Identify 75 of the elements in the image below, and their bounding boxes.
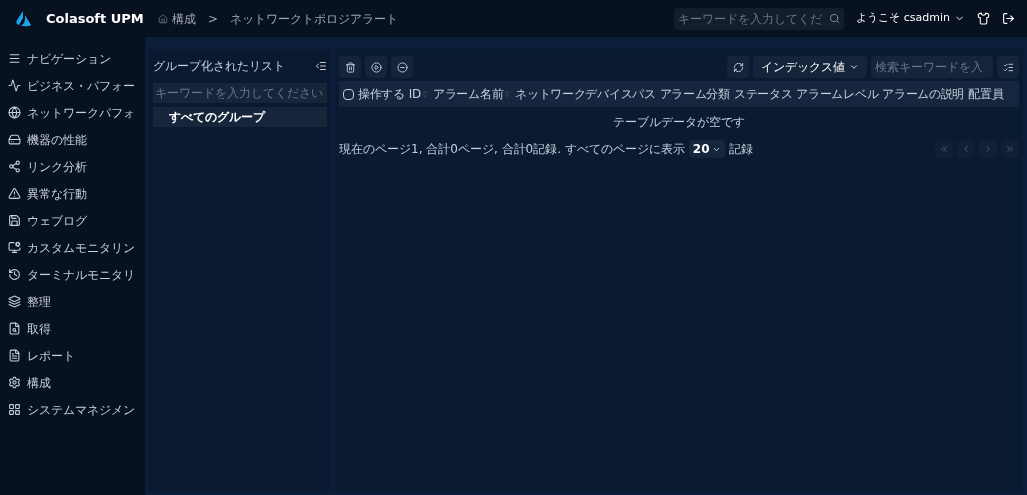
- sidebar-item[interactable]: 異常な行動: [0, 180, 145, 207]
- column-header[interactable]: アラームレベル: [796, 85, 879, 103]
- history-icon: [8, 268, 21, 281]
- column-header[interactable]: アラーム名前: [433, 85, 512, 103]
- column-header[interactable]: ステータス: [733, 85, 793, 103]
- home-icon: [158, 13, 168, 24]
- column-header[interactable]: 配置員: [968, 85, 1004, 103]
- first-page-icon: [939, 144, 949, 154]
- breadcrumb-separator: >: [208, 10, 219, 28]
- column-header[interactable]: アラームの説明: [882, 85, 965, 103]
- breadcrumb-item[interactable]: 構成: [172, 9, 196, 28]
- delete-icon: [344, 61, 356, 73]
- column-header[interactable]: 操作する: [358, 85, 405, 103]
- sidebar-item[interactable]: リンク分析: [0, 153, 145, 180]
- column-header[interactable]: アラーム分類: [659, 85, 730, 103]
- group-search-field[interactable]: キーワードを入力してください: [153, 83, 327, 103]
- column-header[interactable]: ネットワークデバイスパス: [515, 85, 656, 103]
- chevron-down-icon: [849, 62, 859, 72]
- collapse-icon[interactable]: [315, 60, 327, 72]
- sidebar-item[interactable]: カスタムモニタリン: [0, 234, 145, 261]
- logout-icon[interactable]: [1002, 12, 1015, 25]
- column-header[interactable]: ID: [408, 85, 429, 103]
- menu-icon: [8, 52, 21, 65]
- sidebar-item[interactable]: ナビゲーション: [0, 45, 145, 72]
- previous-icon: [961, 144, 971, 154]
- warning-icon: [8, 187, 21, 200]
- save-icon: [8, 214, 21, 227]
- refresh-icon: [732, 61, 744, 73]
- pagination-summary: 現在のページ1, 合計0ページ, 合計0記録. すべてのページに表示: [339, 141, 685, 158]
- next-icon: [983, 144, 993, 154]
- settings-icon: [8, 376, 21, 389]
- sidebar-item[interactable]: ターミナルモニタリ: [0, 261, 145, 288]
- search-icon[interactable]: [829, 13, 841, 24]
- sidebar-item[interactable]: ネットワークパフォ: [0, 99, 145, 126]
- toolbar-button[interactable]: [339, 56, 361, 78]
- table-search-field[interactable]: 検索キーワードを入: [871, 56, 993, 78]
- minus-icon: [396, 61, 408, 73]
- empty-message: テーブルデータが空です: [612, 114, 746, 131]
- sidebar-item[interactable]: システムマネジメン: [0, 396, 145, 423]
- layers-icon: [8, 295, 21, 308]
- share-icon: [8, 160, 21, 173]
- user-menu[interactable]: ようこそ csadmin: [856, 10, 965, 27]
- select-all-checkbox[interactable]: [343, 88, 354, 100]
- last-page-icon: [1005, 144, 1015, 154]
- sidebar-item[interactable]: レポート: [0, 342, 145, 369]
- globe-icon: [8, 106, 21, 119]
- toolbar-button[interactable]: [365, 56, 387, 78]
- sort-icon: [421, 90, 429, 98]
- page-size-select[interactable]: 20: [688, 140, 725, 158]
- list-icon: [1002, 61, 1014, 73]
- shirt-icon[interactable]: [977, 12, 990, 25]
- breadcrumb-item: ネットワークトポロジアラート: [230, 10, 399, 28]
- sidebar-item[interactable]: 機器の性能: [0, 126, 145, 153]
- pagination-suffix: 記録: [728, 141, 753, 158]
- refresh-button[interactable]: [727, 56, 749, 78]
- index-dropdown[interactable]: インデックス値: [753, 56, 867, 78]
- file-search-icon: [8, 322, 21, 335]
- sidebar-item[interactable]: 取得: [0, 315, 145, 342]
- sidebar-item[interactable]: ビジネス・パフォー: [0, 72, 145, 99]
- chart-icon: [8, 79, 21, 92]
- drive-icon: [8, 133, 21, 146]
- monitor-icon: [8, 241, 21, 254]
- column-settings-button[interactable]: [997, 56, 1019, 78]
- document-icon: [8, 349, 21, 362]
- play-icon: [370, 61, 382, 73]
- group-item[interactable]: すべてのグループ: [153, 107, 327, 127]
- grid-icon: [8, 403, 21, 416]
- sidebar-item[interactable]: 構成: [0, 369, 145, 396]
- panel-title: グループ化されたリスト: [153, 58, 285, 75]
- toolbar-button[interactable]: [391, 56, 413, 78]
- sidebar-item[interactable]: ウェブログ: [0, 207, 145, 234]
- sort-icon: [503, 90, 512, 98]
- app-title: Colasoft UPM: [46, 9, 145, 28]
- search-field[interactable]: キーワードを入力してくだ: [674, 7, 845, 30]
- sidebar-item[interactable]: 整理: [0, 288, 145, 315]
